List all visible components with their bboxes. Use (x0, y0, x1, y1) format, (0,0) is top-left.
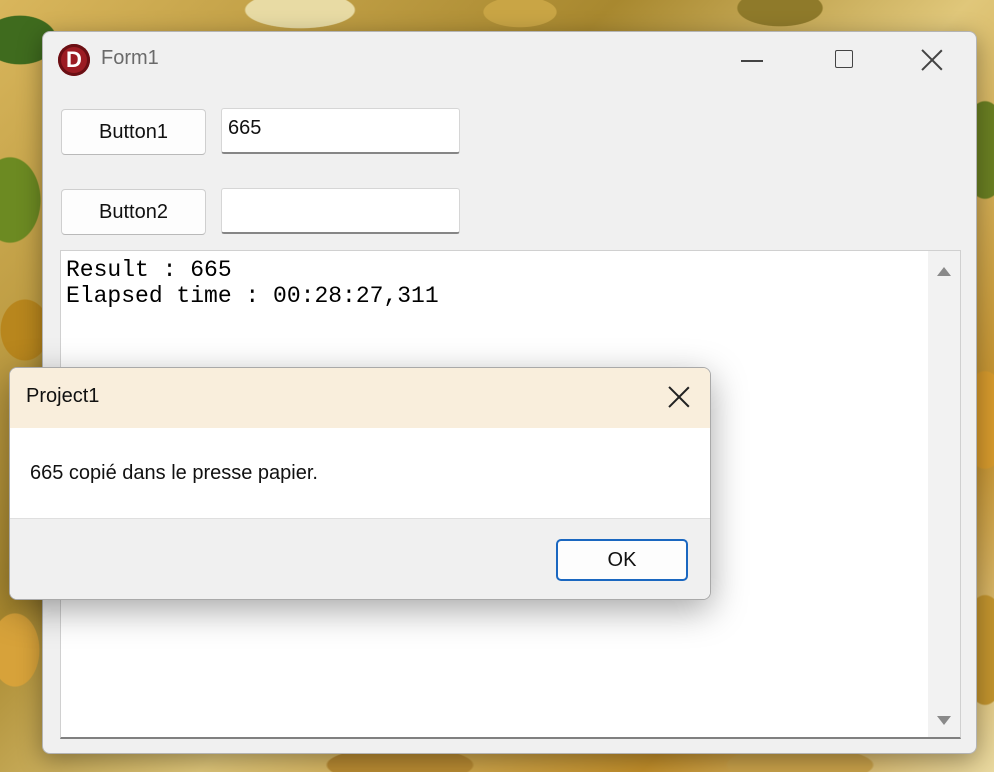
dialog-title-bar[interactable]: Project1 (10, 368, 710, 428)
close-icon (667, 385, 691, 409)
memo-text: Result : 665 Elapsed time : 00:28:27,311 (66, 257, 439, 309)
memo-line-elapsed: Elapsed time : 00:28:27,311 (66, 283, 439, 309)
close-button[interactable] (886, 32, 976, 88)
button1[interactable]: Button1 (61, 109, 206, 155)
close-icon (920, 48, 944, 72)
memo-line-result: Result : 665 (66, 257, 232, 283)
edit1-field[interactable]: 665 (221, 108, 460, 154)
vertical-scrollbar[interactable] (928, 251, 960, 737)
ok-button[interactable]: OK (556, 539, 688, 581)
dialog-close-button[interactable] (648, 368, 710, 428)
button2[interactable]: Button2 (61, 189, 206, 235)
delphi-logo-icon: D (58, 44, 90, 76)
message-dialog: Project1 665 copié dans le presse papier… (9, 367, 711, 600)
dialog-body: 665 copié dans le presse papier. (10, 428, 710, 518)
minimize-button[interactable] (707, 32, 799, 88)
dialog-footer: OK (10, 518, 710, 599)
scroll-up-arrow-icon[interactable] (937, 267, 951, 276)
dialog-message: 665 copié dans le presse papier. (30, 462, 318, 484)
minimize-icon (741, 60, 763, 62)
maximize-button[interactable] (799, 32, 891, 88)
edit2-field[interactable] (221, 188, 460, 234)
window-title: Form1 (101, 47, 159, 69)
scroll-down-arrow-icon[interactable] (937, 716, 951, 725)
title-bar[interactable]: D Form1 (43, 32, 976, 88)
dialog-title: Project1 (26, 385, 100, 407)
maximize-icon (835, 50, 853, 68)
